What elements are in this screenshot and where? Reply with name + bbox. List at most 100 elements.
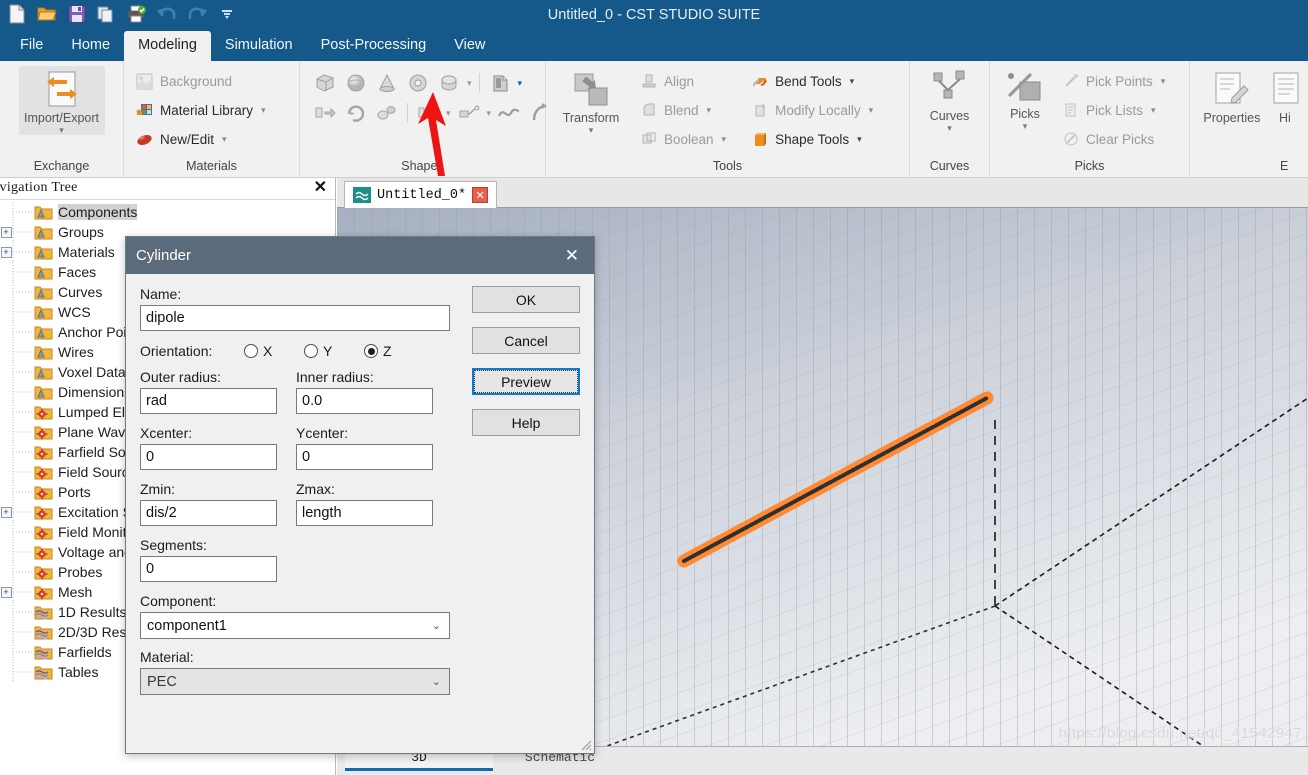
name-input[interactable]: dipole: [140, 305, 450, 331]
bend-tools-icon: [750, 72, 769, 91]
torus-icon[interactable]: [405, 70, 431, 96]
ycenter-input[interactable]: 0: [296, 444, 433, 470]
boolean-caret[interactable]: ▾: [722, 134, 727, 145]
folder-shape-icon: [34, 265, 53, 280]
loft-icon[interactable]: [374, 100, 400, 126]
undo-icon[interactable]: [154, 2, 180, 26]
tab-simulation[interactable]: Simulation: [211, 31, 307, 61]
blend-caret[interactable]: ▾: [707, 105, 712, 116]
folder-gear-icon: [34, 465, 53, 480]
zmax-input[interactable]: length: [296, 500, 433, 526]
expand-icon[interactable]: +: [0, 506, 12, 518]
orientation-radio-z[interactable]: Z: [364, 343, 392, 359]
xcenter-input[interactable]: 0: [140, 444, 277, 470]
tab-home[interactable]: Home: [57, 31, 124, 61]
segments-input[interactable]: 0: [140, 556, 277, 582]
curve-icon[interactable]: [496, 100, 522, 126]
outer-radius-input[interactable]: rad: [140, 388, 277, 414]
orientation-radio-y[interactable]: Y: [304, 343, 364, 359]
shape-tools-button[interactable]: Shape Tools ▾: [745, 126, 878, 152]
pick-points-button[interactable]: Pick Points ▾: [1056, 68, 1170, 94]
orientation-z-label: Z: [383, 343, 392, 359]
import-export-button[interactable]: Import/Export ▾: [18, 66, 105, 135]
dialog-resize-grip[interactable]: [578, 737, 592, 751]
cancel-button[interactable]: Cancel: [472, 327, 580, 354]
picks-button[interactable]: Picks ▾: [996, 66, 1054, 131]
boolean-button[interactable]: Boolean ▾: [634, 126, 731, 152]
component-select[interactable]: component1 ⌄: [140, 612, 450, 639]
new-edit-caret[interactable]: ▾: [222, 134, 227, 145]
expand-icon[interactable]: +: [0, 246, 12, 258]
dialog-close-icon[interactable]: ✕: [560, 247, 584, 264]
transform-caret[interactable]: ▾: [589, 126, 594, 135]
import-export-caret[interactable]: ▾: [59, 126, 64, 135]
inner-radius-input[interactable]: 0.0: [296, 388, 433, 414]
shape-tools-caret[interactable]: ▾: [857, 134, 862, 145]
material-select[interactable]: PEC ⌄: [140, 668, 450, 695]
tree-item-components[interactable]: Components: [0, 202, 335, 222]
background-button[interactable]: Background: [130, 68, 271, 94]
extrude-caret[interactable]: ▾: [518, 78, 523, 89]
print-preview-icon[interactable]: [124, 2, 150, 26]
zmin-input[interactable]: dis/2: [140, 500, 277, 526]
history-list-button[interactable]: Hi: [1268, 66, 1302, 125]
curves-button[interactable]: Curves ▾: [916, 66, 983, 133]
tree-connector-icon: [12, 522, 34, 542]
transform-button[interactable]: Transform ▾: [552, 66, 630, 135]
modify-locally-button[interactable]: Modify Locally ▾: [745, 97, 878, 123]
trace-caret[interactable]: ▾: [487, 108, 492, 119]
extrude-curve-caret[interactable]: ▾: [446, 108, 451, 119]
extrude-icon[interactable]: [312, 100, 338, 126]
material-value: PEC: [147, 673, 177, 690]
bend-tools-button[interactable]: Bend Tools ▾: [745, 68, 878, 94]
extrude-profile-icon[interactable]: [487, 70, 513, 96]
pick-points-caret[interactable]: ▾: [1161, 76, 1166, 87]
cone-icon[interactable]: [374, 70, 400, 96]
tab-file[interactable]: File: [6, 31, 57, 61]
copy-icon[interactable]: [94, 2, 120, 26]
document-tab[interactable]: Untitled_0* ✕: [344, 181, 498, 208]
picks-caret[interactable]: ▾: [1023, 122, 1028, 131]
pick-lists-button[interactable]: Pick Lists ▾: [1056, 97, 1170, 123]
bend-tools-caret[interactable]: ▾: [850, 76, 855, 87]
expand-icon[interactable]: +: [0, 226, 12, 238]
modify-locally-caret[interactable]: ▾: [869, 105, 874, 116]
tree-item-label: Voxel Data: [58, 364, 126, 380]
close-icon[interactable]: ✕: [314, 179, 327, 197]
new-document-icon[interactable]: [4, 2, 30, 26]
sphere-icon[interactable]: [343, 70, 369, 96]
tab-view[interactable]: View: [440, 31, 499, 61]
customize-qat-icon[interactable]: [214, 2, 240, 26]
save-icon[interactable]: [64, 2, 90, 26]
trace-from-curve-icon[interactable]: [456, 100, 482, 126]
orientation-radio-x[interactable]: X: [244, 343, 304, 359]
pick-points-label: Pick Points: [1086, 73, 1153, 89]
rotate-icon[interactable]: [343, 100, 369, 126]
cylinder-icon[interactable]: [436, 70, 462, 96]
preview-button[interactable]: Preview: [472, 368, 580, 395]
open-folder-icon[interactable]: [34, 2, 60, 26]
help-button[interactable]: Help: [472, 409, 580, 436]
properties-button[interactable]: Properties: [1196, 66, 1268, 125]
ok-button[interactable]: OK: [472, 286, 580, 313]
document-tab-close-icon[interactable]: ✕: [472, 187, 489, 203]
group-title-tools: Tools: [712, 159, 743, 173]
expand-icon[interactable]: +: [0, 586, 12, 598]
pick-lists-caret[interactable]: ▾: [1151, 105, 1156, 116]
material-library-caret[interactable]: ▾: [261, 105, 266, 116]
extrude-curve-icon[interactable]: [415, 100, 441, 126]
shapes-more-caret[interactable]: ▾: [467, 78, 472, 89]
brick-icon[interactable]: [312, 70, 338, 96]
material-library-button[interactable]: Material Library ▾: [130, 97, 271, 123]
tab-modeling[interactable]: Modeling: [124, 31, 211, 61]
shape-tools-label: Shape Tools: [775, 131, 850, 147]
clear-picks-button[interactable]: Clear Picks: [1056, 126, 1170, 152]
redo-icon[interactable]: [184, 2, 210, 26]
radio-x-icon: [244, 344, 258, 358]
curves-caret[interactable]: ▾: [947, 124, 952, 133]
align-button[interactable]: Align: [634, 68, 731, 94]
new-edit-material-button[interactable]: New/Edit ▾: [130, 126, 271, 152]
tree-connector-icon: [12, 222, 34, 242]
tab-post-processing[interactable]: Post-Processing: [307, 31, 441, 61]
blend-button[interactable]: Blend ▾: [634, 97, 731, 123]
